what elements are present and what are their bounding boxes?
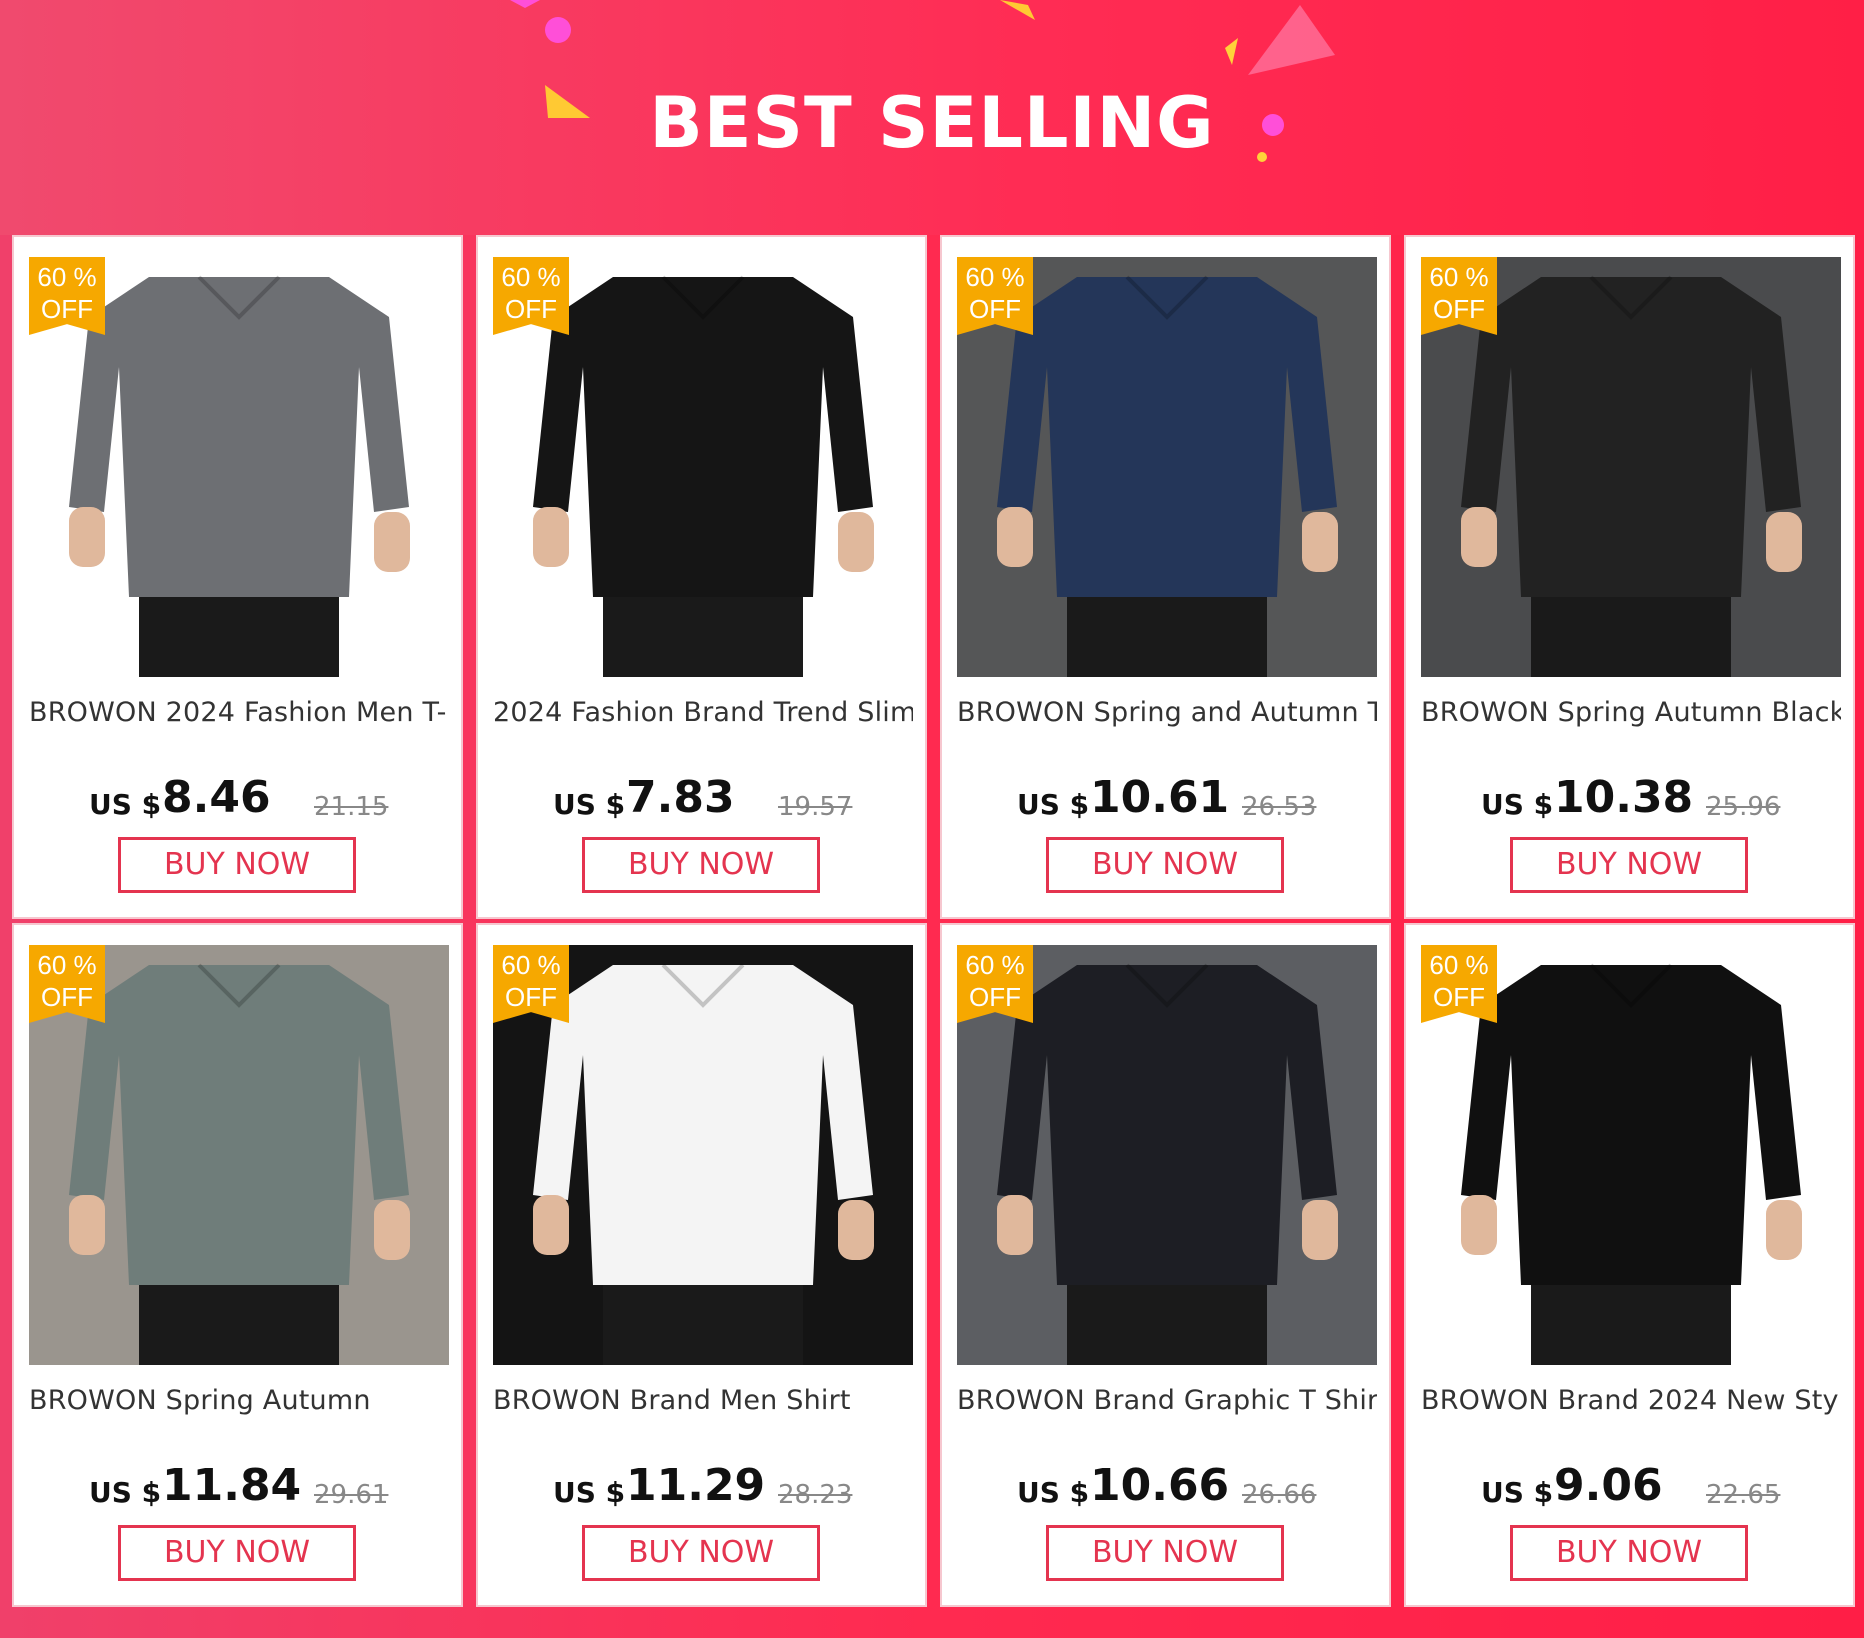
currency-label: US $	[89, 788, 162, 821]
right-hand	[1302, 1200, 1338, 1260]
discount-badge: 60 % OFF	[957, 945, 1033, 1023]
page-title: BEST SELLING	[649, 82, 1215, 164]
buy-now-button[interactable]: BUY NOW	[582, 837, 820, 893]
price-row: US $ 11.84 29.61	[14, 1460, 465, 1520]
price-row: US $ 9.06 22.65	[1406, 1460, 1857, 1520]
original-price: 26.53	[1242, 792, 1317, 822]
pants	[1531, 587, 1731, 677]
left-hand	[997, 1195, 1033, 1255]
product-card[interactable]: 60 % OFF BROWON Spring Autumn US $ 11.84 …	[12, 923, 463, 1607]
pants	[139, 587, 339, 677]
buy-now-button[interactable]: BUY NOW	[582, 1525, 820, 1581]
product-grid: 60 % OFF BROWON 2024 Fashion Men T- US $ …	[12, 235, 1856, 1610]
original-price: 26.66	[1242, 1480, 1317, 1510]
original-price: 21.15	[314, 792, 389, 822]
discount-badge: 60 % OFF	[1421, 257, 1497, 335]
sale-price: 11.29	[626, 1460, 766, 1511]
product-title[interactable]: BROWON Spring and Autumn T	[957, 697, 1377, 728]
buy-now-button[interactable]: BUY NOW	[1046, 1525, 1284, 1581]
right-hand	[838, 1200, 874, 1260]
currency-label: US $	[89, 1476, 162, 1509]
buy-now-button[interactable]: BUY NOW	[1046, 837, 1284, 893]
right-hand	[1766, 1200, 1802, 1260]
price-row: US $ 10.66 26.66	[942, 1460, 1393, 1520]
currency-label: US $	[1481, 788, 1554, 821]
discount-badge: 60 % OFF	[29, 945, 105, 1023]
sale-price: 11.84	[162, 1460, 302, 1511]
currency-label: US $	[1481, 1476, 1554, 1509]
buy-now-button[interactable]: BUY NOW	[1510, 1525, 1748, 1581]
original-price: 29.61	[314, 1480, 389, 1510]
product-card[interactable]: 60 % OFF BROWON Brand 2024 New Style US $…	[1404, 923, 1855, 1607]
left-hand	[69, 507, 105, 567]
product-card[interactable]: 60 % OFF BROWON Brand Graphic T Shirts US…	[940, 923, 1391, 1607]
buy-now-button[interactable]: BUY NOW	[118, 837, 356, 893]
pants	[139, 1275, 339, 1365]
product-title[interactable]: BROWON Spring Autumn	[29, 1385, 449, 1416]
right-hand	[374, 1200, 410, 1260]
price-row: US $ 8.46 21.15	[14, 772, 465, 832]
right-hand	[1302, 512, 1338, 572]
left-hand	[533, 1195, 569, 1255]
price-row: US $ 7.83 19.57	[478, 772, 929, 832]
discount-badge: 60 % OFF	[957, 257, 1033, 335]
currency-label: US $	[553, 1476, 626, 1509]
price-row: US $ 10.61 26.53	[942, 772, 1393, 832]
discount-badge: 60 % OFF	[493, 945, 569, 1023]
left-hand	[1461, 1195, 1497, 1255]
buy-now-button[interactable]: BUY NOW	[118, 1525, 356, 1581]
sale-price: 10.66	[1090, 1460, 1230, 1511]
pants	[1067, 1275, 1267, 1365]
right-hand	[838, 512, 874, 572]
product-title[interactable]: 2024 Fashion Brand Trend Slim	[493, 697, 913, 728]
product-title[interactable]: BROWON Brand Graphic T Shirts	[957, 1385, 1377, 1416]
best-selling-banner: BEST SELLING	[0, 0, 1864, 235]
currency-label: US $	[1017, 788, 1090, 821]
buy-now-button[interactable]: BUY NOW	[1510, 837, 1748, 893]
left-hand	[69, 1195, 105, 1255]
product-card[interactable]: 60 % OFF 2024 Fashion Brand Trend Slim US…	[476, 235, 927, 919]
product-card[interactable]: 60 % OFF BROWON 2024 Fashion Men T- US $ …	[12, 235, 463, 919]
pants	[603, 587, 803, 677]
original-price: 25.96	[1706, 792, 1781, 822]
original-price: 22.65	[1706, 1480, 1781, 1510]
discount-badge: 60 % OFF	[1421, 945, 1497, 1023]
left-hand	[1461, 507, 1497, 567]
original-price: 28.23	[778, 1480, 853, 1510]
pants	[1531, 1275, 1731, 1365]
product-title[interactable]: BROWON Brand Men Shirt	[493, 1385, 913, 1416]
right-hand	[374, 512, 410, 572]
sale-price: 9.06	[1554, 1460, 1663, 1511]
right-hand	[1766, 512, 1802, 572]
pants	[1067, 587, 1267, 677]
original-price: 19.57	[778, 792, 853, 822]
product-card[interactable]: 60 % OFF BROWON Brand Men Shirt US $ 11.2…	[476, 923, 927, 1607]
currency-label: US $	[553, 788, 626, 821]
price-row: US $ 11.29 28.23	[478, 1460, 929, 1520]
product-card[interactable]: 60 % OFF BROWON Spring and Autumn T US $ …	[940, 235, 1391, 919]
discount-badge: 60 % OFF	[493, 257, 569, 335]
discount-badge: 60 % OFF	[29, 257, 105, 335]
product-card[interactable]: 60 % OFF BROWON Spring Autumn Black T US …	[1404, 235, 1855, 919]
pants	[603, 1275, 803, 1365]
product-title[interactable]: BROWON Brand 2024 New Style	[1421, 1385, 1841, 1416]
price-row: US $ 10.38 25.96	[1406, 772, 1857, 832]
sale-price: 8.46	[162, 772, 271, 823]
product-title[interactable]: BROWON Spring Autumn Black T	[1421, 697, 1841, 728]
currency-label: US $	[1017, 1476, 1090, 1509]
sale-price: 10.61	[1090, 772, 1230, 823]
sale-price: 7.83	[626, 772, 735, 823]
left-hand	[997, 507, 1033, 567]
sale-price: 10.38	[1554, 772, 1694, 823]
product-title[interactable]: BROWON 2024 Fashion Men T-	[29, 697, 449, 728]
left-hand	[533, 507, 569, 567]
